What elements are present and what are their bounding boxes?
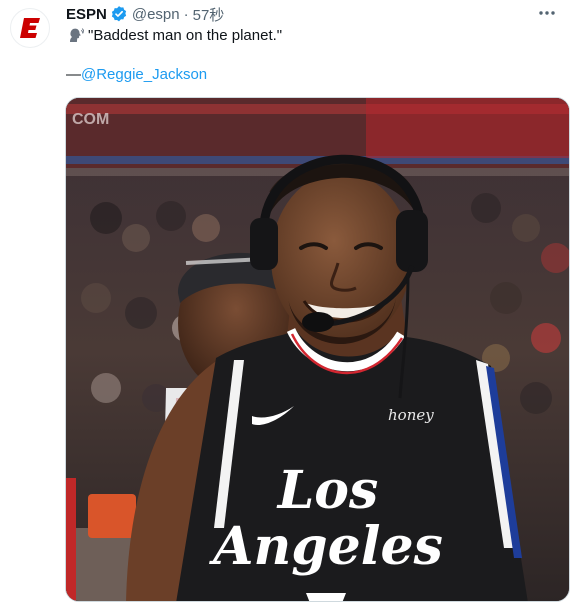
mention-link[interactable]: @Reggie_Jackson <box>81 66 207 83</box>
player-photo: COM honey Los Angeles <box>66 98 569 601</box>
more-options-icon <box>539 11 555 15</box>
attribution-line: —@Reggie_Jackson <box>66 66 207 83</box>
more-options-button[interactable] <box>534 2 560 24</box>
speaking-head-icon <box>66 26 85 44</box>
quote-text: "Baddest man on the planet." <box>88 26 283 44</box>
separator-dot: · <box>183 5 189 23</box>
arena-sign-text: COM <box>72 111 109 128</box>
tweet-media[interactable]: COM honey Los Angeles <box>65 97 570 602</box>
jersey-wordmark-top: Los <box>276 460 379 521</box>
jersey-wordmark-bottom: Angeles <box>208 516 443 577</box>
handle[interactable]: @espn <box>132 6 180 23</box>
attribution-dash: — <box>66 66 81 83</box>
timestamp[interactable]: 57秒 <box>193 4 225 25</box>
tweet[interactable]: ESPN @espn · 57秒 "Baddest man on the pla… <box>0 0 572 602</box>
display-name[interactable]: ESPN <box>66 6 107 23</box>
tweet-header: ESPN @espn · 57秒 <box>66 4 224 24</box>
jersey-patch-text: honey <box>388 406 434 424</box>
tweet-text-line: "Baddest man on the planet." <box>66 26 282 44</box>
verified-badge-icon <box>110 5 128 23</box>
espn-logo-icon <box>20 18 40 38</box>
avatar[interactable] <box>10 8 50 48</box>
